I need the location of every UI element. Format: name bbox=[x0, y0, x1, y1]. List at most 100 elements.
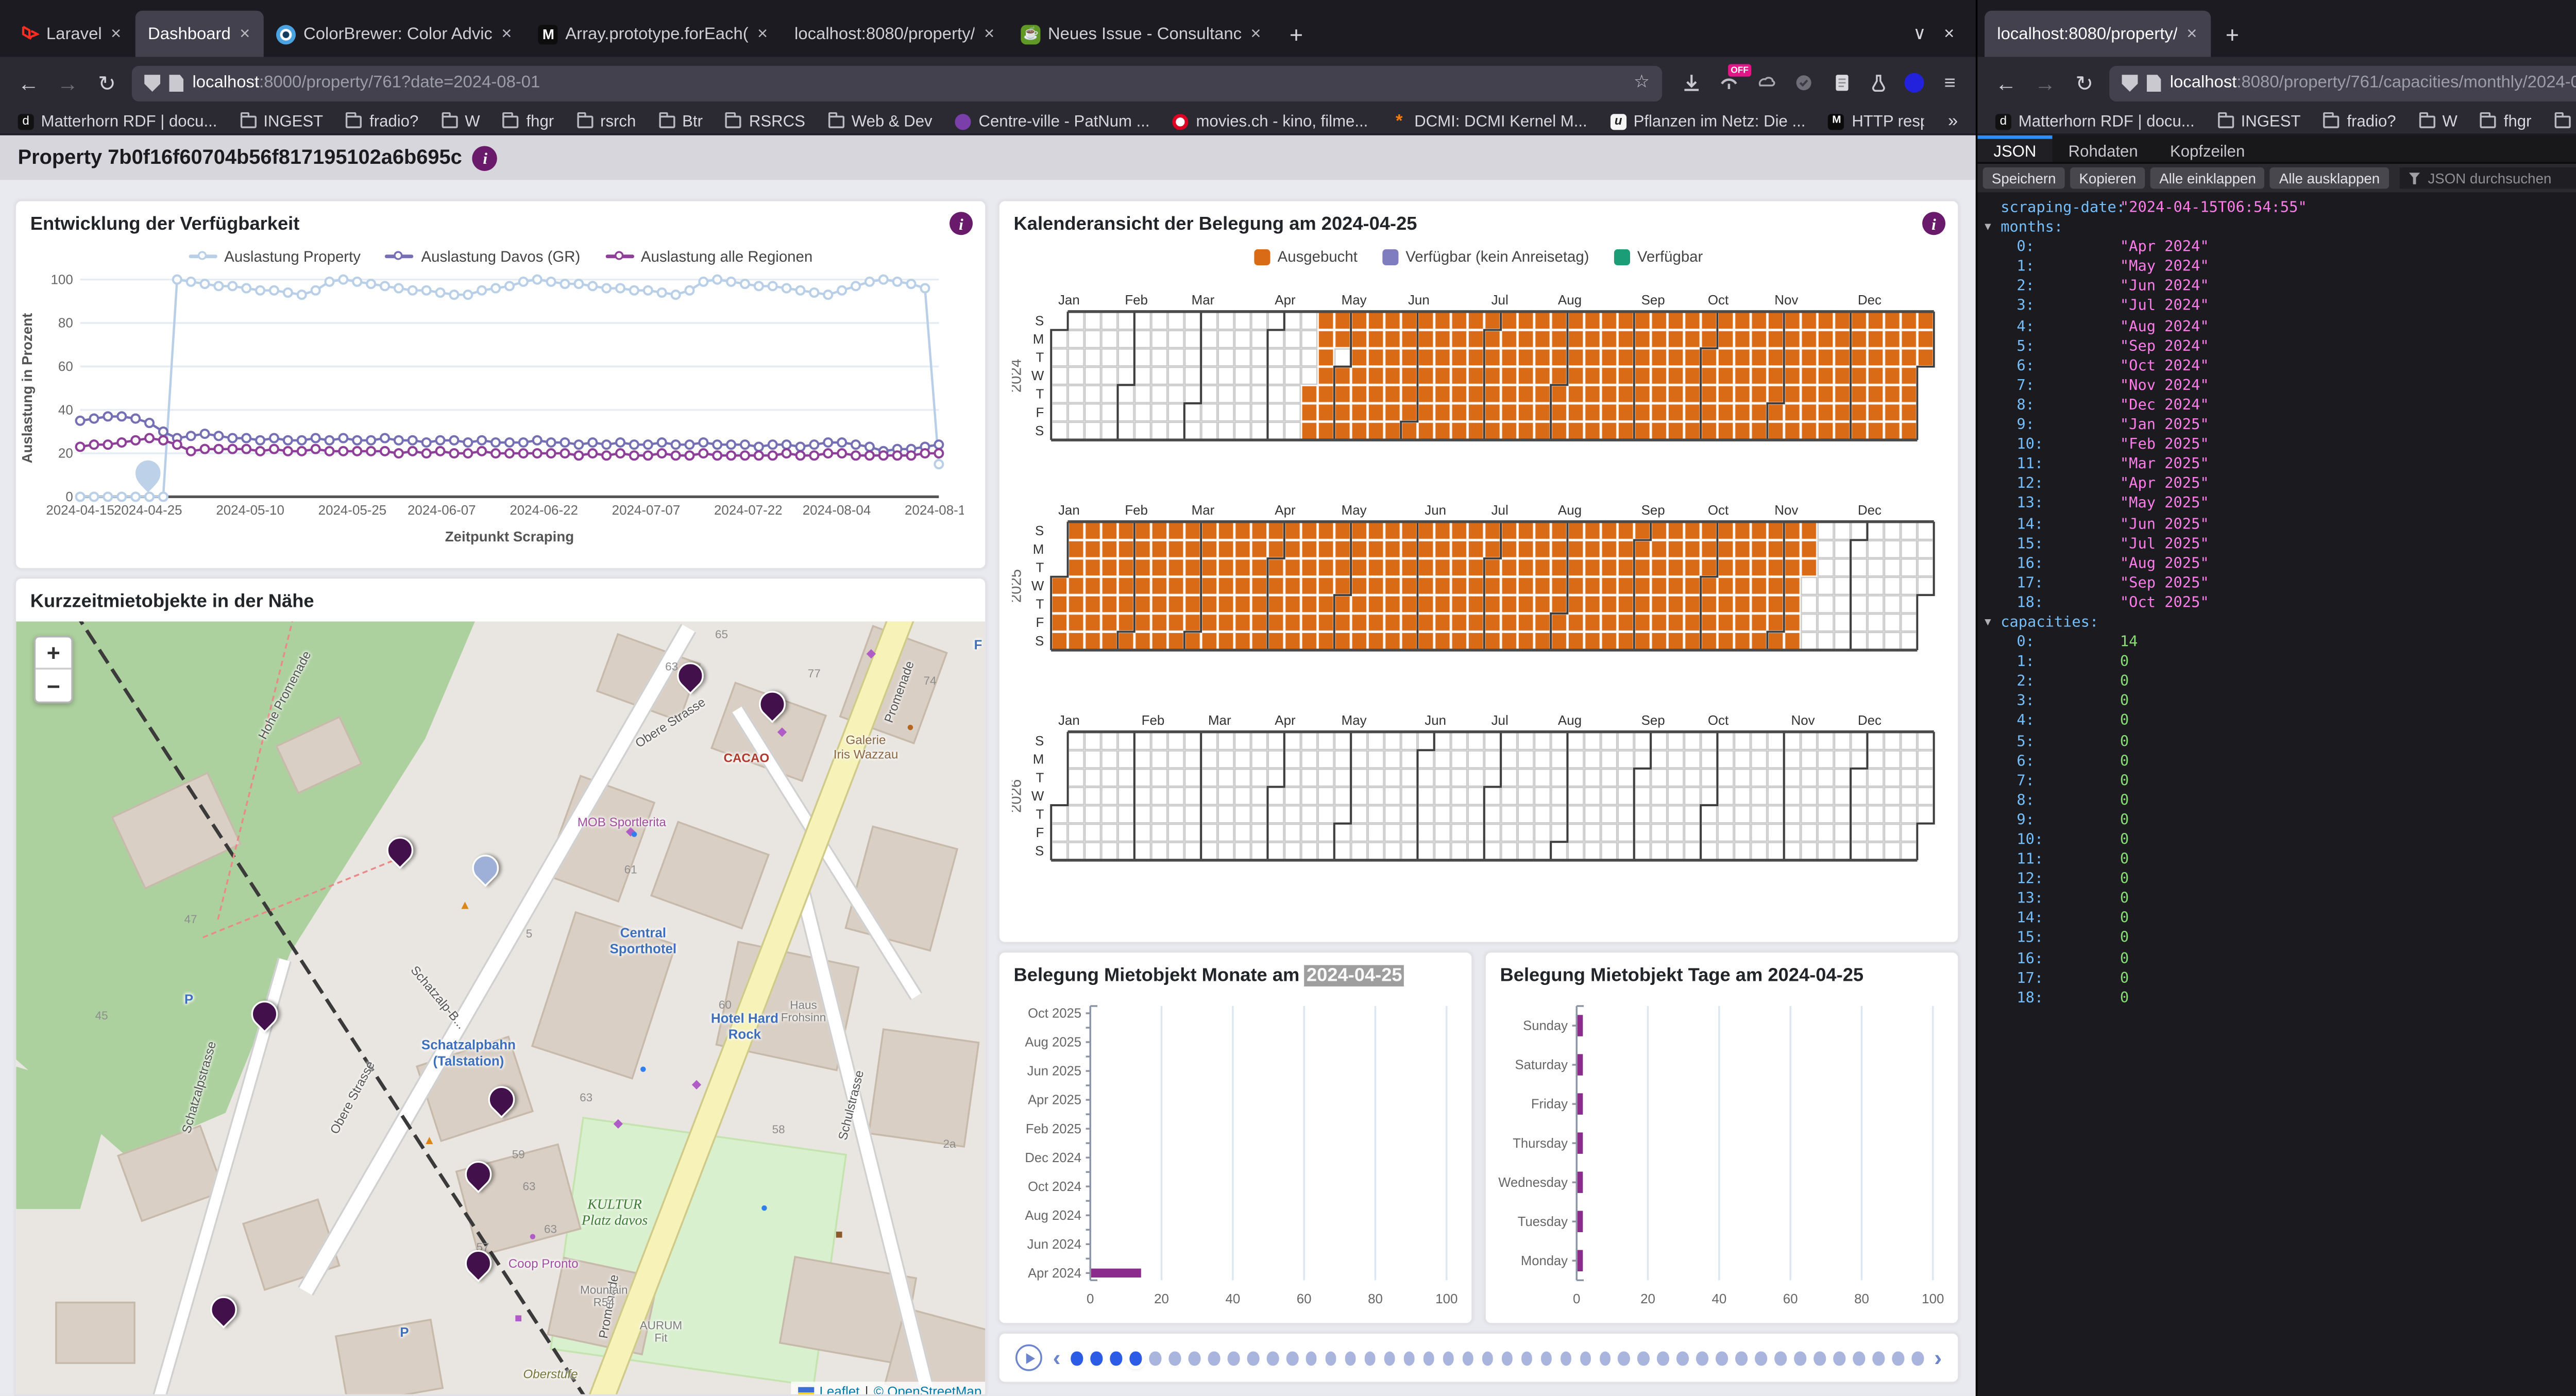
bookmark-item[interactable]: W bbox=[442, 112, 480, 130]
prev-page-chevron[interactable]: ‹ bbox=[1053, 1346, 1061, 1369]
bookmark-item[interactable]: W bbox=[2419, 112, 2458, 130]
extension-off-icon[interactable]: OFF bbox=[1717, 71, 1740, 94]
new-tab-button[interactable]: + bbox=[2211, 11, 2253, 57]
page-info-icon[interactable] bbox=[2147, 74, 2161, 92]
page-dot[interactable] bbox=[1775, 1351, 1786, 1365]
browser-tab[interactable]: ☕Neues Issue - Consultanc× bbox=[1009, 11, 1275, 57]
page-dot[interactable] bbox=[1736, 1351, 1747, 1365]
bookmark-item[interactable]: Btr bbox=[659, 112, 703, 130]
bookmark-item[interactable]: Centre-ville - PatNum ... bbox=[956, 112, 1150, 130]
bookmark-item[interactable]: rsrch bbox=[577, 112, 636, 130]
page-dot[interactable] bbox=[1755, 1351, 1767, 1365]
json-search-box[interactable]: JSON durchsuchen bbox=[2399, 167, 2576, 189]
extension2-icon[interactable] bbox=[1755, 71, 1778, 94]
page-dot[interactable] bbox=[1149, 1351, 1161, 1365]
downloads-icon[interactable] bbox=[1680, 71, 1703, 94]
page-info-badge[interactable]: i bbox=[473, 145, 498, 170]
check-circle-icon[interactable] bbox=[1792, 71, 1816, 94]
close-window-icon[interactable]: × bbox=[1944, 24, 1954, 44]
page-dot[interactable] bbox=[1521, 1351, 1532, 1365]
bookmark-item[interactable]: INGEST bbox=[240, 112, 323, 130]
tab-close-icon[interactable]: × bbox=[109, 24, 123, 44]
browser-tab[interactable]: localhost:8080/property/× bbox=[782, 11, 1009, 57]
page-dot[interactable] bbox=[1071, 1351, 1082, 1365]
new-tab-button[interactable]: + bbox=[1275, 11, 1317, 57]
bookmark-item[interactable]: INGEST bbox=[2218, 112, 2301, 130]
flask-icon[interactable] bbox=[1867, 71, 1890, 94]
json-tab-kopfzeilen[interactable]: Kopfzeilen bbox=[2154, 135, 2261, 162]
browser-tab[interactable]: Laravel× bbox=[7, 11, 135, 57]
page-dot[interactable] bbox=[1364, 1351, 1376, 1365]
reload-button[interactable]: ↻ bbox=[93, 71, 121, 95]
expand-arrow-icon[interactable]: ▼ bbox=[1985, 217, 1991, 237]
left-url-text[interactable]: localhost:8000/property/761?date=2024-08… bbox=[192, 73, 1624, 93]
tab-close-icon[interactable]: × bbox=[2185, 24, 2199, 44]
page-info-icon[interactable] bbox=[170, 74, 184, 92]
page-dot[interactable] bbox=[1482, 1351, 1493, 1365]
page-dot[interactable] bbox=[1189, 1351, 1200, 1365]
tab-close-icon[interactable]: × bbox=[500, 24, 514, 44]
browser-tab[interactable]: ColorBrewer: Color Advic× bbox=[264, 11, 526, 57]
bookmark-item[interactable]: Web & Dev bbox=[828, 112, 933, 130]
page-dot[interactable] bbox=[1657, 1351, 1669, 1365]
menu-icon[interactable]: ≡ bbox=[1938, 71, 1961, 94]
tab-close-icon[interactable]: × bbox=[756, 24, 770, 44]
json-button[interactable]: Alle einklappen bbox=[2150, 167, 2265, 189]
json-tab-rohdaten[interactable]: Rohdaten bbox=[2053, 135, 2154, 162]
page-dot[interactable] bbox=[1247, 1351, 1259, 1365]
page-dot[interactable] bbox=[1228, 1351, 1239, 1365]
json-button[interactable]: Speichern bbox=[1983, 167, 2065, 189]
page-dot[interactable] bbox=[1599, 1351, 1610, 1365]
bookmark-star-icon[interactable]: ☆ bbox=[1634, 73, 1650, 93]
page-dot[interactable] bbox=[1169, 1351, 1180, 1365]
page-dot[interactable] bbox=[1677, 1351, 1688, 1365]
page-dot[interactable] bbox=[1325, 1351, 1336, 1365]
json-button[interactable]: Kopieren bbox=[2070, 167, 2145, 189]
page-dot[interactable] bbox=[1560, 1351, 1571, 1365]
page-dot[interactable] bbox=[1794, 1351, 1806, 1365]
browser-tab[interactable]: localhost:8080/property/× bbox=[1985, 11, 2211, 57]
page-dot[interactable] bbox=[1716, 1351, 1727, 1365]
json-button[interactable]: Alle ausklappen bbox=[2270, 167, 2388, 189]
bookmark-item[interactable]: fradio? bbox=[346, 112, 418, 130]
page-dot[interactable] bbox=[1911, 1351, 1923, 1365]
page-dot[interactable] bbox=[1834, 1351, 1845, 1365]
page-dot[interactable] bbox=[1091, 1351, 1102, 1365]
right-address-bar[interactable]: localhost:8080/property/761/capacities/m… bbox=[2109, 65, 2576, 100]
json-tab-json[interactable]: JSON bbox=[1977, 135, 2052, 162]
map-zoom-out-button[interactable]: − bbox=[36, 670, 71, 702]
reload-button[interactable]: ↻ bbox=[2070, 71, 2098, 95]
page-dot[interactable] bbox=[1423, 1351, 1434, 1365]
bookmark-item[interactable]: movies.ch - kino, filme... bbox=[1173, 112, 1368, 130]
map-zoom-in-button[interactable]: + bbox=[36, 637, 71, 669]
map-marker-pin[interactable] bbox=[204, 1291, 242, 1329]
bookmark-item[interactable]: rsrch bbox=[2554, 112, 2576, 130]
osm-link[interactable]: © OpenStreetMap bbox=[874, 1384, 981, 1396]
tab-close-icon[interactable]: × bbox=[238, 24, 252, 44]
bookmark-item[interactable]: *DCMI: DCMI Kernel M... bbox=[1391, 112, 1587, 130]
page-dot[interactable] bbox=[1110, 1351, 1122, 1365]
forward-button[interactable]: → bbox=[54, 71, 82, 95]
list-all-tabs-icon[interactable]: ∨ bbox=[1913, 24, 1926, 44]
forward-button[interactable]: → bbox=[2031, 71, 2059, 95]
page-dot[interactable] bbox=[1814, 1351, 1825, 1365]
bookmark-item[interactable]: dMatterhorn RDF | docu... bbox=[1995, 112, 2195, 130]
expand-arrow-icon[interactable]: ▼ bbox=[1985, 612, 1991, 632]
leaflet-map[interactable]: + − Leaflet | © OpenStreetMap Hohe Prome… bbox=[16, 621, 987, 1396]
page-dot[interactable] bbox=[1286, 1351, 1298, 1365]
leaflet-link[interactable]: Leaflet bbox=[819, 1384, 859, 1396]
page-dot[interactable] bbox=[1208, 1351, 1219, 1365]
next-page-chevron[interactable]: › bbox=[1934, 1346, 1942, 1369]
bookmark-item[interactable]: uPflanzen im Netz: Die ... bbox=[1611, 112, 1806, 130]
page-dot[interactable] bbox=[1267, 1351, 1278, 1365]
browser-tab[interactable]: Dashboard× bbox=[135, 11, 264, 57]
bookmark-item[interactable]: fhgr bbox=[2481, 112, 2532, 130]
page-dot[interactable] bbox=[1462, 1351, 1473, 1365]
right-url-text[interactable]: localhost:8080/property/761/capacities/m… bbox=[2170, 73, 2576, 93]
back-button[interactable]: ← bbox=[14, 71, 43, 95]
profile-avatar[interactable] bbox=[1904, 73, 1924, 93]
bookmark-item[interactable]: dMatterhorn RDF | docu... bbox=[18, 112, 217, 130]
page-dot[interactable] bbox=[1345, 1351, 1356, 1365]
shield-icon[interactable] bbox=[144, 74, 160, 92]
page-dot[interactable] bbox=[1501, 1351, 1513, 1365]
